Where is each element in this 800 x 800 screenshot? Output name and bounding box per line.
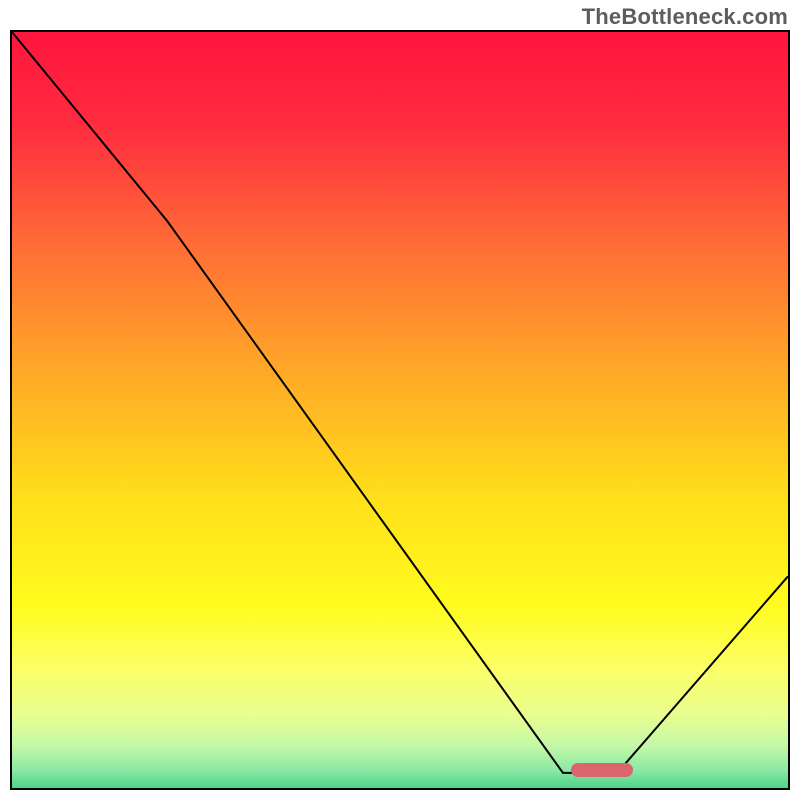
watermark-text: TheBottleneck.com	[582, 4, 788, 30]
optimal-range-marker	[571, 763, 633, 777]
chart-container: TheBottleneck.com	[0, 0, 800, 800]
bottleneck-curve	[12, 32, 788, 788]
plot-area	[10, 30, 790, 790]
